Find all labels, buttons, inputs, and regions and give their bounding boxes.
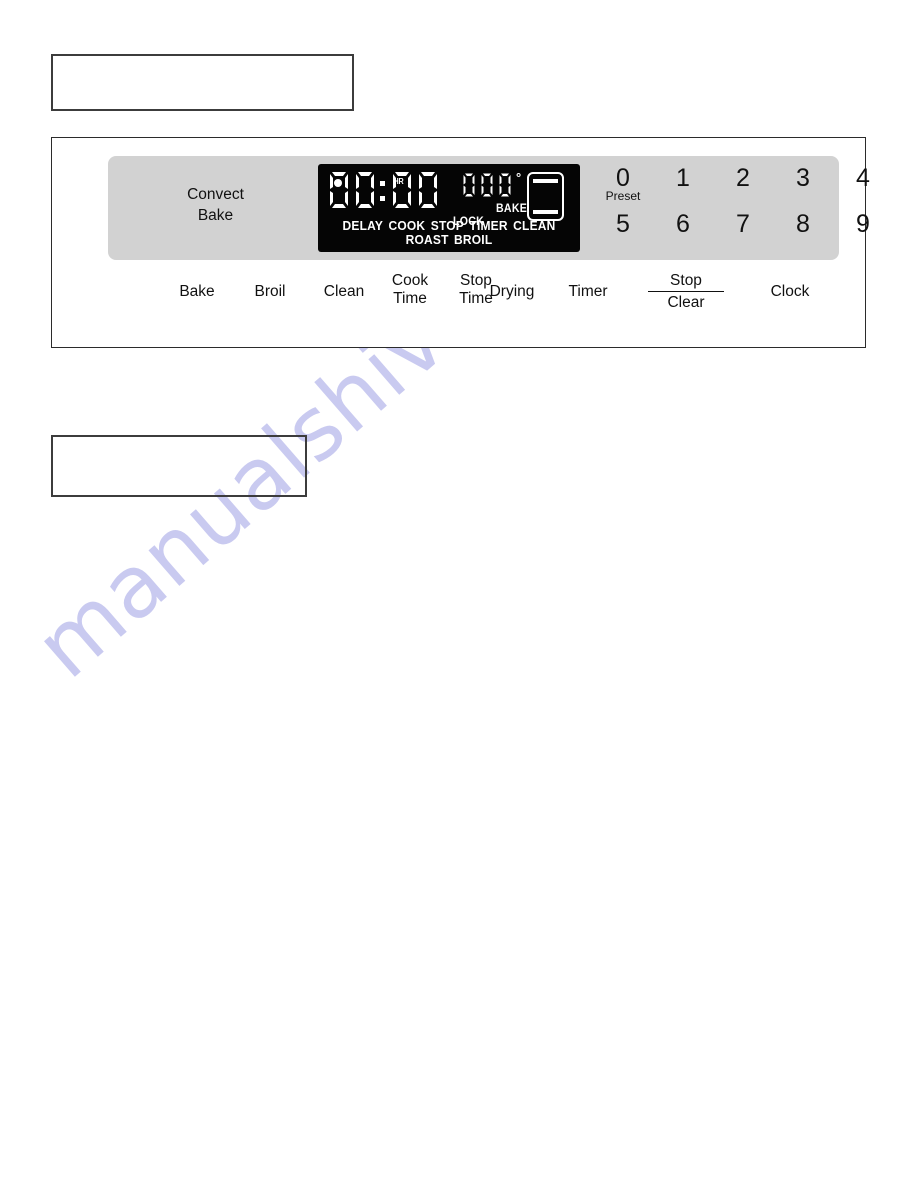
clock-digit-2: HR xyxy=(353,170,404,210)
function-button-row: Bake Broil Clean Cook Time Stop Time Dry… xyxy=(52,266,867,326)
button-stop-clear[interactable]: Stop Clear xyxy=(648,271,724,312)
convect-bake-button[interactable]: Convect Bake xyxy=(143,184,288,226)
key-3-digit: 3 xyxy=(796,164,810,192)
key-0-preset[interactable]: 0 Preset xyxy=(593,162,653,208)
page-watermark: manualshive.com xyxy=(17,114,918,920)
oven-upper-element-bar xyxy=(533,179,558,183)
key-8-digit: 8 xyxy=(796,210,810,238)
key-5[interactable]: 5 xyxy=(593,208,653,254)
status-cook: COOK xyxy=(388,219,426,233)
clock-digit-1 xyxy=(327,170,351,210)
button-clock-label: Clock xyxy=(770,283,810,300)
key-7-digit: 7 xyxy=(736,210,750,238)
control-pad-surface: Convect Bake HR ° LOCK BAKE DELAY COOK S… xyxy=(108,156,870,260)
hr-indicator: HR xyxy=(393,177,404,186)
status-clean: CLEAN xyxy=(513,219,556,233)
button-timer-label: Timer xyxy=(568,283,608,300)
clock-digit-4 xyxy=(416,170,440,210)
clock-dot-indicator xyxy=(334,179,342,187)
status-stop: STOP xyxy=(430,219,464,233)
oven-lower-element-bar xyxy=(533,210,558,214)
middle-empty-caption-box xyxy=(51,435,307,497)
keypad-row-1: 0 Preset 1 2 3 4 xyxy=(593,162,893,208)
top-empty-caption-box xyxy=(51,54,354,111)
oven-control-panel-frame: Convect Bake HR ° LOCK BAKE DELAY COOK S… xyxy=(51,137,870,348)
key-2[interactable]: 2 xyxy=(713,162,773,208)
button-broil[interactable]: Broil xyxy=(230,282,310,301)
temp-digit-1 xyxy=(461,172,477,198)
key-0-sublabel: Preset xyxy=(605,189,641,203)
watermark-text: manualshive.com xyxy=(17,113,668,698)
key-6-digit: 6 xyxy=(676,210,690,238)
degree-symbol: ° xyxy=(516,170,522,185)
temperature-display-group: ° xyxy=(461,170,522,198)
clock-colon xyxy=(379,170,388,210)
key-7[interactable]: 7 xyxy=(713,208,773,254)
temp-digit-3 xyxy=(497,172,513,198)
button-stop-clear-line2: Clear xyxy=(667,294,705,311)
key-1-digit: 1 xyxy=(676,164,690,192)
keypad-row-2: 5 6 7 8 9 xyxy=(593,208,893,254)
key-9[interactable]: 9 xyxy=(833,208,893,254)
temp-digit-2 xyxy=(479,172,495,198)
key-1[interactable]: 1 xyxy=(653,162,713,208)
key-3[interactable]: 3 xyxy=(773,162,833,208)
status-delay: DELAY xyxy=(342,219,384,233)
key-9-digit: 9 xyxy=(856,210,870,238)
vfd-display: HR ° LOCK BAKE DELAY COOK STOP TIMER CLE… xyxy=(318,164,580,252)
key-5-digit: 5 xyxy=(616,210,630,238)
status-broil: BROIL xyxy=(454,233,493,247)
key-2-digit: 2 xyxy=(736,164,750,192)
button-drying-label: Drying xyxy=(489,283,535,300)
button-bake[interactable]: Bake xyxy=(157,282,237,301)
button-clock[interactable]: Clock xyxy=(740,282,840,301)
status-roast: ROAST xyxy=(405,233,449,247)
bake-indicator: BAKE xyxy=(496,203,528,215)
oven-element-icon xyxy=(527,172,564,221)
key-4-digit: 4 xyxy=(856,164,870,192)
key-0-digit: 0 xyxy=(616,164,630,192)
convect-bake-line1: Convect xyxy=(187,186,244,203)
button-stop-clear-line1: Stop xyxy=(648,271,724,292)
button-broil-label: Broil xyxy=(254,283,286,300)
status-timer: TIMER xyxy=(469,219,508,233)
convect-bake-line2: Bake xyxy=(197,207,234,224)
key-6[interactable]: 6 xyxy=(653,208,713,254)
key-8[interactable]: 8 xyxy=(773,208,833,254)
clock-digit-3 xyxy=(390,170,414,210)
status-indicator-strip: DELAY COOK STOP TIMER CLEAN ROAST BROIL xyxy=(323,219,575,247)
numeric-keypad: 0 Preset 1 2 3 4 5 6 7 8 9 xyxy=(593,162,893,255)
key-4[interactable]: 4 xyxy=(833,162,893,208)
button-timer[interactable]: Timer xyxy=(538,282,638,301)
clock-display-group: HR xyxy=(327,170,442,210)
button-bake-label: Bake xyxy=(179,283,215,300)
